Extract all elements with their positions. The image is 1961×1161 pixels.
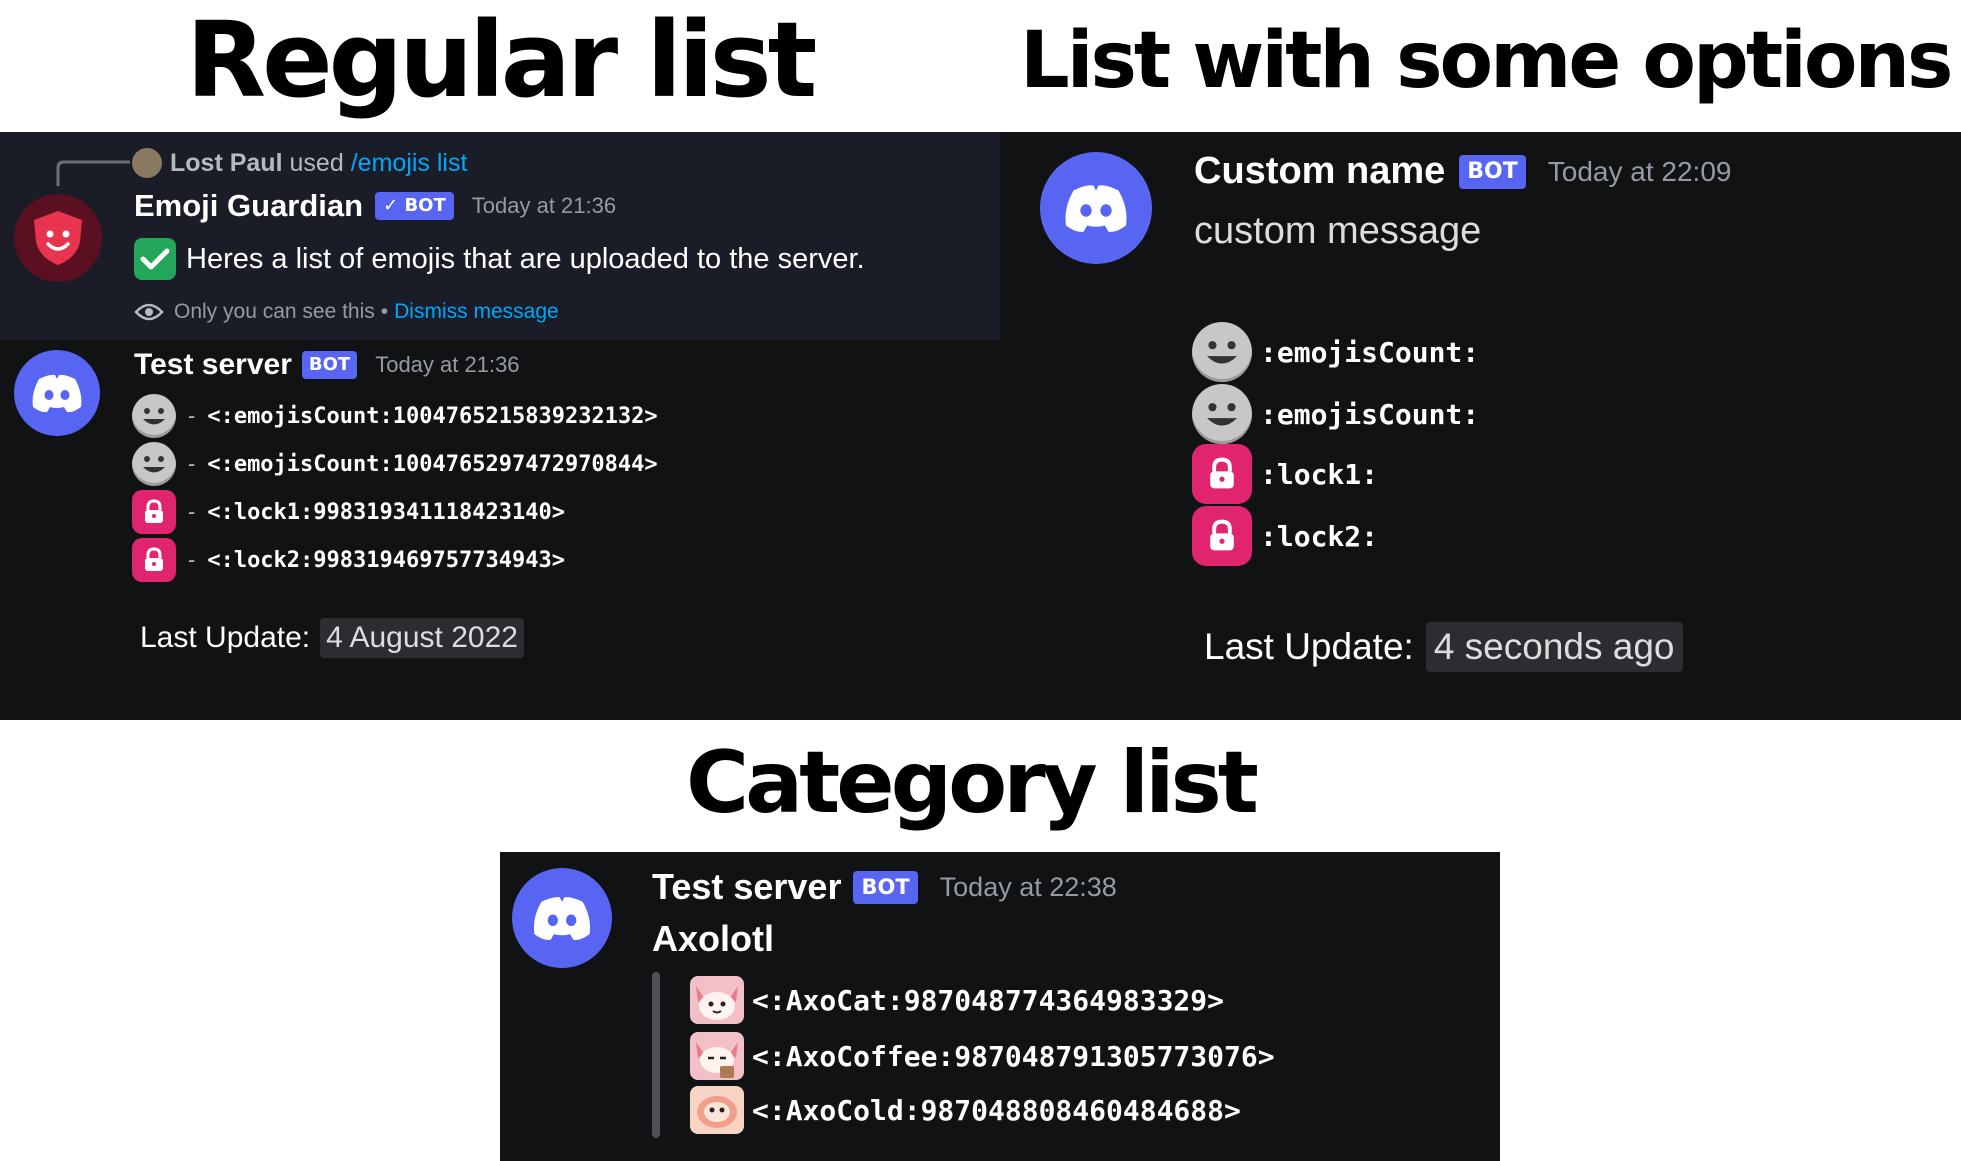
eye-icon [134,303,164,321]
smile-emoji-icon [132,394,176,438]
heading-category-list: Category list [686,733,1259,833]
emoji-code: <:lock1:998319341118423140> [207,499,565,525]
reply-user[interactable]: Lost Paul [170,149,283,178]
test-server-timestamp: Today at 21:36 [375,352,520,377]
embed-border [652,972,660,1138]
bot-badge: BOT [1459,154,1526,189]
emoji-code: <:emojisCount:1004765297472970844> [207,451,658,477]
axocold-emoji-icon [690,1086,744,1134]
last-update: Last Update: 4 August 2022 [140,618,524,658]
last-update-label: Last Update: [140,621,311,654]
test-server-avatar[interactable] [512,868,612,968]
smile-emoji-icon [1192,322,1252,382]
discord-logo-icon [533,897,591,941]
emoji-code: <:emojisCount:1004765215839232132> [207,403,658,429]
custom-name-timestamp: Today at 22:09 [1547,155,1732,187]
regular-list-panel: Lost Paul used /emojis list Emoji Guardi… [0,132,1000,720]
category-header: Test server BOT Today at 22:38 [652,866,1117,908]
discord-logo-icon [32,374,82,413]
guardian-username[interactable]: Emoji Guardian [134,188,363,224]
test-server-avatar[interactable] [14,350,100,436]
category-list-panel: Test server BOT Today at 22:38 Axolotl <… [500,852,1500,1161]
last-update: Last Update: 4 seconds ago [1204,622,1683,672]
list-item: :emojisCount: [1192,384,1479,444]
lock-emoji-icon [132,538,176,582]
reply-used: used [289,148,344,177]
reply-command[interactable]: /emojis list [351,149,468,178]
list-item: <:AxoCoffee:987048791305773076> [690,1032,1275,1080]
guardian-message: Heres a list of emojis that are uploaded… [134,238,865,280]
last-update-value: 4 August 2022 [320,618,524,658]
list-item: - <:lock1:998319341118423140> [132,490,565,534]
smile-emoji-icon [132,442,176,486]
list-item: :lock2: [1192,506,1378,566]
item-dash: - [188,403,196,428]
lock-emoji-icon [1192,506,1252,566]
heading-options-list: List with some options [1020,16,1953,106]
custom-name-header: Custom name BOT Today at 22:09 [1194,150,1731,193]
list-item: :emojisCount: [1192,322,1479,382]
heading-regular-list: Regular list [186,0,817,121]
options-list-panel: Custom name BOT Today at 22:09 custom me… [1000,132,1961,720]
guardian-timestamp: Today at 21:36 [471,193,617,218]
custom-name-avatar[interactable] [1040,152,1152,264]
reply-connector-icon [56,160,130,186]
emoji-code: :emojisCount: [1260,397,1480,431]
custom-message: custom message [1194,210,1482,252]
separator-dot: • [380,300,389,323]
emoji-code: <:AxoCold:987048808460484688> [752,1093,1241,1127]
smile-emoji-icon [1192,384,1252,444]
emoji-code: :lock2: [1260,519,1379,553]
test-server-username[interactable]: Test server [652,866,841,908]
last-update-value: 4 seconds ago [1425,622,1683,672]
bot-badge: BOT [853,870,918,904]
test-server-username[interactable]: Test server [134,348,292,382]
list-item: - <:emojisCount:1004765297472970844> [132,442,658,486]
discord-logo-icon [1065,185,1127,232]
emoji-code: <:AxoCat:987048774364983329> [752,983,1225,1017]
list-item: - <:lock2:998319469757734943> [132,538,565,582]
emoji-code: :emojisCount: [1260,335,1480,369]
custom-name-username[interactable]: Custom name [1194,150,1445,193]
reply-preview[interactable]: Lost Paul used /emojis list [132,148,467,178]
last-update-label: Last Update: [1204,626,1414,667]
test-server-header: Test server BOT Today at 21:36 [134,348,520,382]
list-item: <:AxoCold:987048808460484688> [690,1086,1241,1134]
item-dash: - [188,499,196,524]
lock-emoji-icon [1192,444,1252,504]
item-dash: - [188,451,196,476]
axocat-emoji-icon [690,976,744,1024]
emoji-guardian-avatar[interactable] [14,194,102,282]
check-icon [134,238,176,280]
verified-bot-badge: ✓ BOT [375,192,454,220]
category-timestamp: Today at 22:38 [939,871,1117,902]
only-you-text: Only you can see this [174,300,375,323]
list-item: :lock1: [1192,444,1378,504]
list-item: <:AxoCat:987048774364983329> [690,976,1224,1024]
bot-badge: BOT [301,351,358,379]
guardian-header: Emoji Guardian ✓ BOT Today at 21:36 [134,188,616,224]
reply-avatar [132,148,162,178]
axocoffee-emoji-icon [690,1032,744,1080]
list-item: - <:emojisCount:1004765215839232132> [132,394,658,438]
item-dash: - [188,547,196,572]
shield-icon [34,211,82,265]
category-title: Axolotl [652,918,774,959]
emoji-code: :lock1: [1260,457,1379,491]
emoji-code: <:AxoCoffee:987048791305773076> [752,1039,1275,1073]
ephemeral-note: Only you can see this • Dismiss message [134,300,559,324]
dismiss-message-link[interactable]: Dismiss message [394,300,559,324]
guardian-message-text: Heres a list of emojis that are uploaded… [186,242,865,275]
emoji-code: <:lock2:998319469757734943> [207,547,565,573]
lock-emoji-icon [132,490,176,534]
